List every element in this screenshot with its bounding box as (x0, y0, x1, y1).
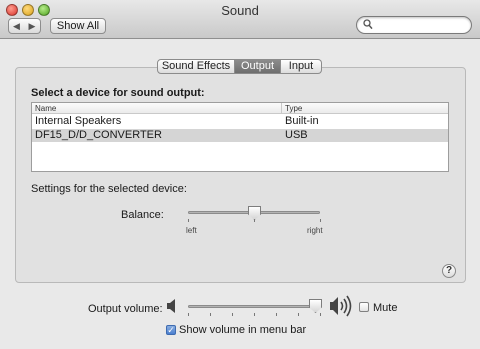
forward-button[interactable]: ▶ (24, 18, 41, 34)
volume-tick (320, 313, 321, 316)
back-arrow-icon: ◀ (13, 20, 20, 31)
search-input[interactable] (375, 18, 469, 33)
volume-tick (188, 313, 189, 316)
volume-tick (232, 313, 233, 316)
help-button[interactable]: ? (442, 264, 456, 278)
device-type: USB (285, 129, 308, 141)
search-icon (363, 19, 373, 30)
mute-checkbox[interactable] (359, 302, 369, 312)
volume-slider-track[interactable] (188, 305, 320, 308)
balance-right-label: right (307, 226, 323, 235)
title-bar: Sound ◀ ▶ Show All (0, 0, 480, 39)
tab-bar: Sound Effects Output Input (157, 59, 322, 74)
help-icon: ? (445, 265, 453, 276)
speaker-low-icon (167, 299, 175, 313)
settings-label: Settings for the selected device: (31, 183, 187, 195)
speaker-high-icon (330, 295, 352, 317)
select-device-label: Select a device for sound output: (31, 87, 205, 99)
device-name: Internal Speakers (35, 115, 122, 127)
tab-input[interactable]: Input (281, 59, 322, 74)
device-table[interactable]: Name Type Internal Speakers Built-in DF1… (31, 102, 449, 172)
column-header-type[interactable]: Type (282, 103, 448, 114)
table-row-selected[interactable]: DF15_D/D_CONVERTER USB (32, 129, 448, 142)
balance-tick (188, 219, 189, 222)
device-name: DF15_D/D_CONVERTER (35, 129, 162, 141)
tab-output[interactable]: Output (235, 59, 281, 74)
volume-tick (298, 313, 299, 316)
volume-tick (276, 313, 277, 316)
tab-sound-effects[interactable]: Sound Effects (157, 59, 235, 74)
output-panel (15, 67, 466, 283)
checkmark-icon: ✓ (167, 325, 175, 335)
output-volume-label: Output volume: (88, 303, 163, 315)
show-all-button[interactable]: Show All (50, 18, 106, 34)
volume-tick (210, 313, 211, 316)
search-field[interactable] (356, 16, 472, 34)
balance-label: Balance: (121, 209, 164, 221)
back-button[interactable]: ◀ (8, 18, 25, 34)
show-volume-label: Show volume in menu bar (179, 324, 307, 336)
volume-slider-knob[interactable] (309, 299, 322, 313)
volume-tick (254, 313, 255, 316)
balance-tick (320, 219, 321, 222)
column-header-name[interactable]: Name (32, 103, 282, 114)
mute-label: Mute (373, 302, 398, 314)
show-volume-checkbox[interactable]: ✓ (166, 325, 176, 335)
balance-left-label: left (186, 226, 197, 235)
device-type: Built-in (285, 115, 319, 127)
table-row[interactable]: Internal Speakers Built-in (32, 115, 448, 128)
forward-arrow-icon: ▶ (28, 20, 36, 31)
